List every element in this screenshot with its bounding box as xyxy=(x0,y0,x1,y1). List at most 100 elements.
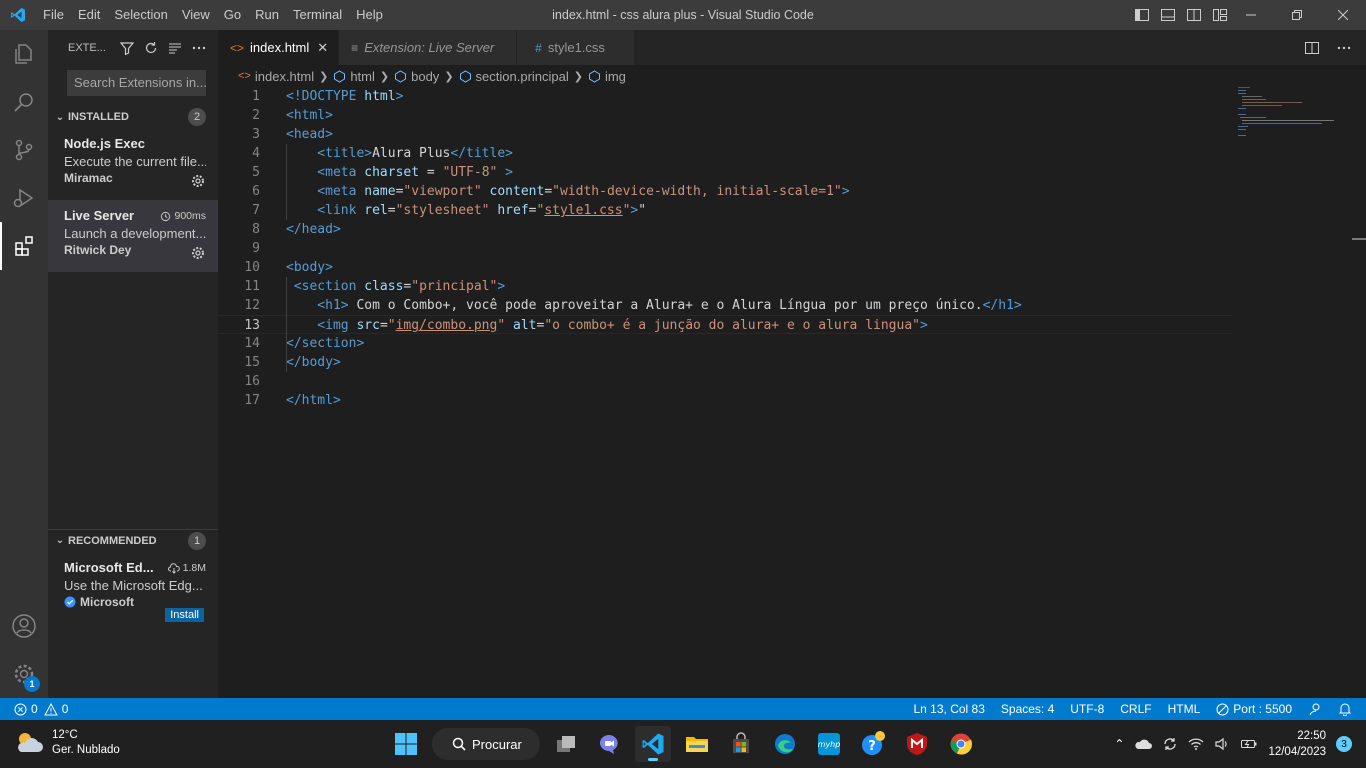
code-token: html xyxy=(364,89,396,104)
problems-indicator[interactable]: 0 0 xyxy=(0,702,68,716)
manage-extension-gear-icon[interactable] xyxy=(191,246,205,260)
manage-extension-gear-icon[interactable] xyxy=(191,174,205,188)
edge-button[interactable] xyxy=(767,726,803,762)
code-line[interactable]: 10 <body> xyxy=(218,258,1232,277)
code-line[interactable]: 11 <section class="principal"> xyxy=(218,277,1232,296)
install-button[interactable]: Install xyxy=(165,608,204,622)
customize-layout-icon[interactable] xyxy=(1212,7,1228,23)
code-editor[interactable]: 1 <!DOCTYPE html> 2 <html> 3 <head> 4 <title>A… xyxy=(218,87,1366,698)
code-token: <img xyxy=(286,318,357,333)
extension-item-live-server[interactable]: Live Server Launch a development... Ritw… xyxy=(48,200,218,272)
notification-badge[interactable]: 3 xyxy=(1336,736,1352,752)
battery-charging-icon[interactable] xyxy=(1240,738,1258,750)
tab-index-html[interactable]: <> index.html ✕ xyxy=(218,30,340,65)
code-line[interactable]: 4 <title>Alura Plus</title> xyxy=(218,144,1232,163)
sync-icon[interactable] xyxy=(1162,736,1178,752)
manage-button[interactable]: 1 xyxy=(0,650,48,698)
recommended-section-header[interactable]: ⌄ RECOMMENDED 1 xyxy=(48,529,218,551)
menu-help[interactable]: Help xyxy=(349,0,390,30)
close-tab-icon[interactable]: ✕ xyxy=(317,40,328,56)
extension-item-nodejs-exec[interactable]: Node.js Exec Execute the current file...… xyxy=(48,128,218,200)
breadcrumb-item-img[interactable]: img xyxy=(588,69,626,84)
vscode-taskbar-button[interactable] xyxy=(635,726,671,762)
menu-go[interactable]: Go xyxy=(217,0,248,30)
split-editor-icon[interactable] xyxy=(1304,40,1320,56)
live-server-port[interactable]: Port : 5500 xyxy=(1216,702,1292,716)
breadcrumb-item-file[interactable]: <> index.html xyxy=(238,69,314,84)
code-line[interactable]: 12 <h1> Com o Combo+, você pode aproveit… xyxy=(218,296,1232,315)
toggle-sidebar-icon[interactable] xyxy=(1134,7,1150,23)
source-control-button[interactable] xyxy=(0,126,48,174)
code-line[interactable]: 3 <head> xyxy=(218,125,1232,144)
code-line[interactable]: 6 <meta name="viewport" content="width-d… xyxy=(218,182,1232,201)
breadcrumb-item-body[interactable]: body xyxy=(394,69,439,84)
refresh-icon[interactable] xyxy=(144,41,158,55)
help-button[interactable]: ? xyxy=(855,726,891,762)
store-button[interactable] xyxy=(723,726,759,762)
code-line[interactable]: 14 </section> xyxy=(218,334,1232,353)
language-mode[interactable]: HTML xyxy=(1168,702,1201,716)
indentation[interactable]: Spaces: 4 xyxy=(1001,702,1054,716)
title-bar: File Edit Selection View Go Run Terminal… xyxy=(0,0,1366,30)
myhp-button[interactable]: myhp xyxy=(811,726,847,762)
volume-icon[interactable] xyxy=(1214,737,1230,751)
task-view-button[interactable] xyxy=(548,726,584,762)
more-actions-icon[interactable] xyxy=(192,41,206,55)
minimap[interactable] xyxy=(1238,87,1348,147)
chevron-up-icon[interactable]: ⌃ xyxy=(1114,737,1124,751)
toggle-secondary-sidebar-icon[interactable] xyxy=(1186,7,1202,23)
run-debug-button[interactable] xyxy=(0,174,48,222)
extension-item-microsoft-edge[interactable]: Microsoft Ed... Use the Microsoft Edg...… xyxy=(48,552,218,624)
code-line[interactable]: 7 <link rel="stylesheet" href="style1.cs… xyxy=(218,201,1232,220)
toggle-panel-icon[interactable] xyxy=(1160,7,1176,23)
explorer-button[interactable] xyxy=(0,30,48,78)
filter-icon[interactable] xyxy=(120,41,134,55)
menu-view[interactable]: View xyxy=(175,0,217,30)
encoding[interactable]: UTF-8 xyxy=(1070,702,1104,716)
code-line[interactable]: 1 <!DOCTYPE html> xyxy=(218,87,1232,106)
taskbar-search[interactable]: Procurar xyxy=(432,728,540,760)
code-line[interactable]: 16 xyxy=(218,372,1232,391)
mcafee-button[interactable] xyxy=(899,726,935,762)
code-token: " xyxy=(497,318,506,333)
close-window-button[interactable] xyxy=(1320,0,1366,30)
onedrive-cloud-icon[interactable] xyxy=(1134,738,1153,750)
code-line[interactable]: 15 </body> xyxy=(218,353,1232,372)
tab-style1-css[interactable]: # style1.css xyxy=(517,30,636,65)
breadcrumb-item-section[interactable]: section.principal xyxy=(459,69,569,84)
code-line[interactable]: 5 <meta charset = "UTF-8" > xyxy=(218,163,1232,182)
code-line[interactable]: 13 <img src="img/combo.png" alt="o combo… xyxy=(218,315,1232,334)
menu-terminal[interactable]: Terminal xyxy=(286,0,349,30)
menu-run[interactable]: Run xyxy=(248,0,286,30)
extensions-search-input[interactable]: Search Extensions in... xyxy=(67,70,206,96)
line-ending[interactable]: CRLF xyxy=(1120,702,1151,716)
more-actions-icon[interactable] xyxy=(1336,40,1352,56)
search-button[interactable] xyxy=(0,78,48,126)
cursor-position[interactable]: Ln 13, Col 83 xyxy=(914,702,985,716)
weather-widget[interactable]: 12°C Ger. Nublado xyxy=(14,728,120,758)
clock[interactable]: 22:50 12/04/2023 xyxy=(1268,728,1326,760)
installed-section-header[interactable]: ⌄ INSTALLED 2 xyxy=(48,106,218,128)
menu-edit[interactable]: Edit xyxy=(71,0,107,30)
extensions-button[interactable] xyxy=(0,222,48,270)
start-button[interactable] xyxy=(388,726,424,762)
code-line[interactable]: 9 xyxy=(218,239,1232,258)
code-line[interactable]: 2 <html> xyxy=(218,106,1232,125)
clear-icon[interactable] xyxy=(168,41,182,55)
file-explorer-button[interactable] xyxy=(679,726,715,762)
breadcrumb-item-html[interactable]: html xyxy=(333,69,375,84)
menu-selection[interactable]: Selection xyxy=(107,0,174,30)
menu-file[interactable]: File xyxy=(36,0,71,30)
wifi-icon[interactable] xyxy=(1188,737,1204,751)
minimize-button[interactable] xyxy=(1228,0,1274,30)
tab-extension-live-server[interactable]: ≡ Extension: Live Server xyxy=(339,30,518,65)
accounts-button[interactable] xyxy=(0,602,48,650)
feedback-icon[interactable] xyxy=(1308,702,1322,716)
chat-button[interactable] xyxy=(591,726,627,762)
code-line[interactable]: 17 </html> xyxy=(218,391,1232,410)
code-line[interactable]: 8 </head> xyxy=(218,220,1232,239)
bell-icon[interactable] xyxy=(1338,702,1352,716)
chrome-button[interactable] xyxy=(943,726,979,762)
recommended-label: RECOMMENDED xyxy=(68,534,157,547)
restore-button[interactable] xyxy=(1274,0,1320,30)
